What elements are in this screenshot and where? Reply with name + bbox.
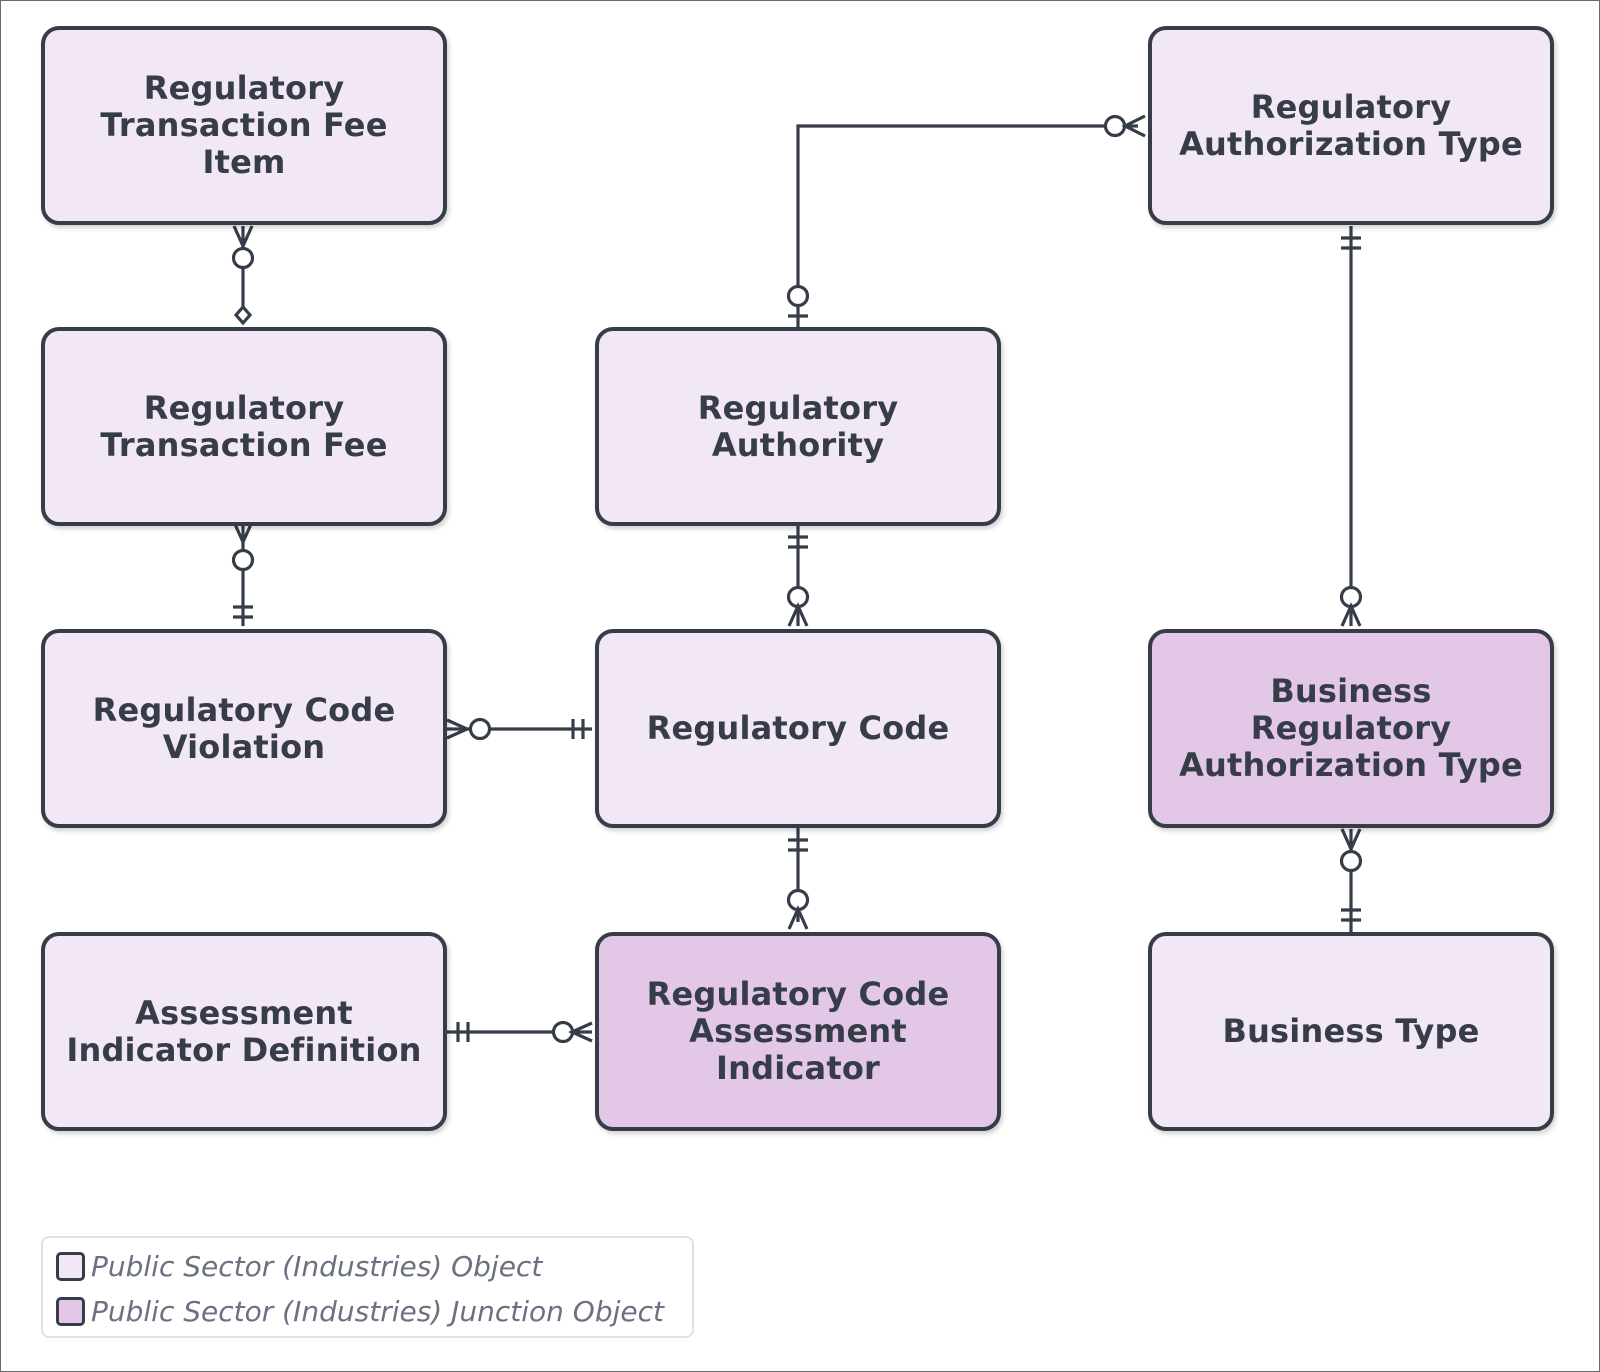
entity-label: Regulatory Authorization Type xyxy=(1179,87,1523,163)
legend-item-object: Public Sector (Industries) Object xyxy=(56,1250,542,1283)
entity-label: Business Type xyxy=(1222,1012,1480,1050)
legend-item-junction: Public Sector (Industries) Junction Obje… xyxy=(56,1295,664,1328)
entity-regulatory-transaction-fee-item[interactable]: Regulatory Transaction Fee Item xyxy=(41,26,447,225)
relationship-ra-rc xyxy=(786,522,810,627)
entity-business-type[interactable]: Business Type xyxy=(1148,932,1554,1131)
relationship-rat-brat xyxy=(1339,226,1363,627)
entity-assessment-indicator-definition[interactable]: Assessment Indicator Definition xyxy=(41,932,447,1131)
entity-label: Regulatory Transaction Fee Item xyxy=(100,69,388,181)
relationship-brat-bt xyxy=(1339,828,1363,932)
relationship-rtfi-rtf xyxy=(231,225,255,326)
legend-swatch-object xyxy=(56,1252,85,1281)
relationship-rtf-rcv xyxy=(231,521,255,626)
relationship-rcv-rc xyxy=(446,717,592,741)
entity-regulatory-code-assessment-indicator[interactable]: Regulatory Code Assessment Indicator xyxy=(595,932,1001,1131)
entity-regulatory-authorization-type[interactable]: Regulatory Authorization Type xyxy=(1148,26,1554,225)
relationship-ra-rat xyxy=(786,114,1146,327)
relationship-rc-rcai xyxy=(786,817,810,930)
entity-regulatory-transaction-fee[interactable]: Regulatory Transaction Fee xyxy=(41,327,447,526)
entity-label: Regulatory Code xyxy=(646,709,950,747)
entity-regulatory-code[interactable]: Regulatory Code xyxy=(595,629,1001,828)
entity-label: Regulatory Code Assessment Indicator xyxy=(646,975,950,1087)
entity-business-regulatory-authorization-type[interactable]: Business Regulatory Authorization Type xyxy=(1148,629,1554,828)
entity-label: Business Regulatory Authorization Type xyxy=(1179,672,1523,784)
legend: Public Sector (Industries) Object Public… xyxy=(41,1236,694,1338)
relationship-aid-rcai xyxy=(447,1020,593,1044)
legend-swatch-junction xyxy=(56,1297,85,1326)
legend-label: Public Sector (Industries) Object xyxy=(91,1250,543,1283)
entity-regulatory-code-violation[interactable]: Regulatory Code Violation xyxy=(41,629,447,828)
entity-label: Regulatory Code Violation xyxy=(92,690,396,766)
legend-label: Public Sector (Industries) Junction Obje… xyxy=(91,1295,664,1328)
entity-label: Regulatory Transaction Fee xyxy=(100,388,388,464)
entity-regulatory-authority[interactable]: Regulatory Authority xyxy=(595,327,1001,526)
entity-label: Regulatory Authority xyxy=(697,388,899,464)
entity-label: Assessment Indicator Definition xyxy=(66,993,422,1069)
